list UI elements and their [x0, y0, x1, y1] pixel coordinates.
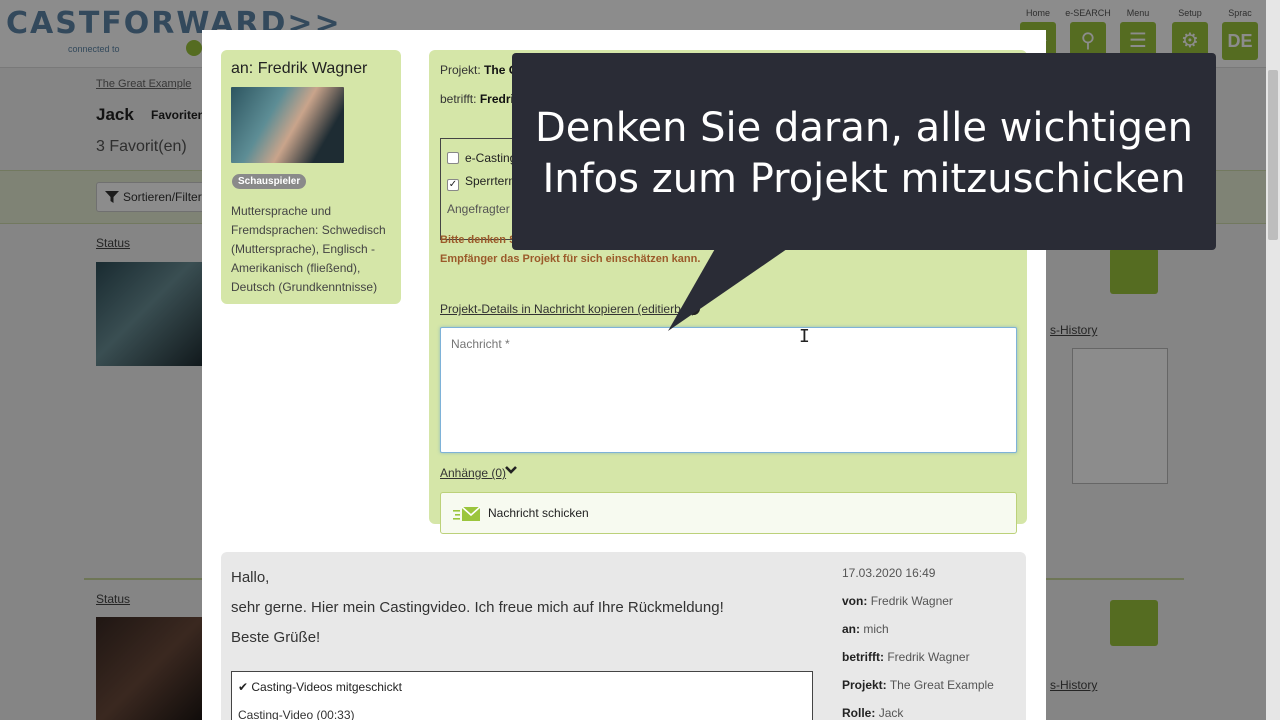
page-scrollbar[interactable] [1266, 0, 1280, 720]
casting-video-item[interactable]: Casting-Video (00:33) [238, 708, 355, 720]
history-body: sehr gerne. Hier mein Castingvideo. Ich … [231, 599, 724, 616]
warning-text: Bitte denken S [440, 234, 517, 246]
history-closing: Beste Grüße! [231, 629, 321, 646]
concerns-label: betrifft: [842, 650, 884, 664]
role-value: Jack [878, 706, 904, 720]
callout-text: Denken Sie daran, alle wichtigen Infos z… [512, 103, 1216, 205]
attached-videos-box: ✔ Casting-Videos mitgeschickt Casting-Vi… [231, 671, 813, 720]
message-textarea[interactable] [440, 327, 1017, 453]
project-line: Projekt: The G [440, 63, 518, 77]
role-badge: Schauspieler [232, 174, 307, 189]
recipient-card: an: Fredrik Wagner Schauspieler Muttersp… [221, 50, 401, 304]
concerns-value: Fredrik Wagner [887, 650, 970, 664]
warning-text: Empfänger das Projekt für sich einschätz… [440, 253, 701, 265]
send-message-button[interactable]: Nachricht schicken [440, 492, 1017, 534]
message-history-item: Hallo, sehr gerne. Hier mein Castingvide… [221, 552, 1026, 720]
videos-sent-text: ✔ Casting-Videos mitgeschickt [238, 680, 402, 694]
callout-line-2: Infos zum Projekt mitzuschicken [542, 156, 1186, 202]
option-ecasting[interactable]: e-Casting [447, 151, 516, 165]
project-label: Projekt: [440, 63, 481, 77]
history-to: an: mich [842, 622, 889, 636]
history-greeting: Hallo, [231, 569, 270, 586]
project-value: The Great Example [889, 678, 994, 692]
history-project: Projekt: The Great Example [842, 678, 994, 692]
role-label: Rolle: [842, 706, 876, 720]
history-concerns: betrifft: Fredrik Wagner [842, 650, 970, 664]
scrollbar-thumb[interactable] [1268, 70, 1278, 240]
to-label: an: [842, 622, 860, 636]
actor-photo [231, 87, 344, 163]
history-date: 17.03.2020 16:49 [842, 566, 936, 580]
option-block-label: Sperrterm [465, 174, 519, 188]
envelope-icon [453, 506, 481, 521]
history-role: Rolle: Jack [842, 706, 903, 720]
from-value: Fredrik Wagner [870, 594, 953, 608]
option-block-date[interactable]: ✓ Sperrterm [447, 174, 518, 191]
checkbox-block-date[interactable]: ✓ [447, 179, 459, 191]
help-icon[interactable]: ? [687, 302, 700, 315]
chevron-down-icon[interactable] [505, 464, 517, 478]
send-message-label: Nachricht schicken [488, 506, 589, 520]
concerns-value: Fredri [479, 92, 514, 106]
text-cursor-icon: I [799, 326, 810, 347]
recipient-name: an: Fredrik Wagner [231, 60, 368, 77]
languages-text: Muttersprache und Fremdsprachen: Schwedi… [231, 204, 386, 294]
tutorial-callout: Denken Sie daran, alle wichtigen Infos z… [512, 53, 1216, 250]
to-value: mich [863, 622, 889, 636]
concerns-line: betrifft: Fredri [440, 92, 514, 106]
attachments-link[interactable]: Anhänge (0) [440, 466, 506, 480]
callout-line-1: Denken Sie daran, alle wichtigen [534, 105, 1194, 151]
checkbox-ecasting[interactable] [447, 152, 459, 164]
copy-project-details-link[interactable]: Projekt-Details in Nachricht kopieren (e… [440, 302, 695, 316]
history-from: von: Fredrik Wagner [842, 594, 953, 608]
from-label: von: [842, 594, 868, 608]
requested-label: Angefragter Z [447, 202, 521, 216]
concerns-label: betrifft: [440, 92, 477, 106]
option-ecasting-label: e-Casting [465, 151, 517, 165]
project-label: Projekt: [842, 678, 887, 692]
